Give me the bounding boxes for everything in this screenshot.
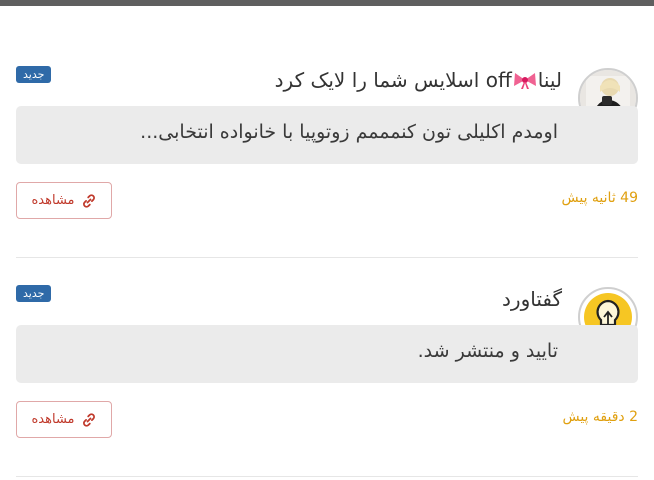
new-badge: جدید	[16, 66, 52, 83]
view-button[interactable]: مشاهده	[16, 182, 112, 219]
ribbon-bow-icon	[513, 70, 537, 94]
link-icon	[82, 412, 95, 427]
view-button[interactable]: مشاهده	[16, 401, 112, 438]
user-name[interactable]: گفتاورد	[502, 287, 562, 311]
top-bar	[0, 0, 654, 6]
view-button-label: مشاهده	[31, 412, 75, 427]
divider	[16, 476, 638, 477]
notification-card: جدید گفتاورد تایید و منتشر شد. مشاهده 2 …	[0, 279, 654, 475]
notification-title: لینا off اسلایس شما را لایک کرد	[275, 68, 562, 94]
link-icon	[82, 193, 95, 208]
view-button-label: مشاهده	[31, 193, 75, 208]
message-text: تایید و منتشر شد.	[417, 340, 558, 362]
notification-card: جدید لینا off اسلایس شما را لایک کرد اومد…	[0, 60, 654, 256]
timestamp: 49 ثانیه پیش	[561, 190, 639, 206]
notification-title: گفتاورد	[502, 287, 562, 311]
timestamp: 2 دقیقه پیش	[562, 409, 638, 425]
message-box: اومدم اکلیلی تون کنمممم زوتوپیا با خانوا…	[16, 106, 638, 164]
user-name[interactable]: لینا	[538, 68, 562, 92]
divider	[16, 257, 638, 258]
message-text: اومدم اکلیلی تون کنمممم زوتوپیا با خانوا…	[140, 121, 558, 143]
message-box: تایید و منتشر شد.	[16, 325, 638, 383]
notification-action-text: off اسلایس شما را لایک کرد	[274, 68, 512, 92]
new-badge: جدید	[16, 285, 52, 302]
